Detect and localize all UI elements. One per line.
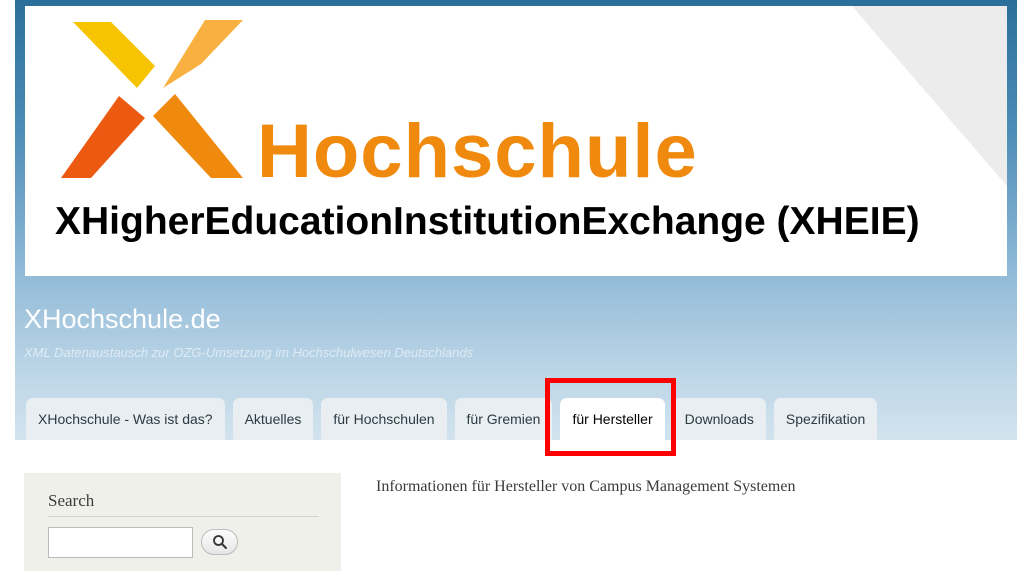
tab-spezifikation[interactable]: Spezifikation	[773, 398, 878, 440]
divider	[48, 516, 319, 517]
tab-downloads[interactable]: Downloads	[672, 398, 766, 440]
tab-aktuelles[interactable]: Aktuelles	[232, 398, 314, 440]
site-slogan: XML Datenaustausch zur OZG-Umsetzung im …	[24, 345, 474, 360]
banner-wordmark: Hochschule	[257, 109, 698, 194]
sidebar-search-block: Search	[24, 473, 341, 571]
site-name-link[interactable]: XHochschule.de	[24, 306, 221, 333]
tab-fuer-hersteller[interactable]: für Hersteller	[560, 398, 665, 440]
main-navigation: XHochschule - Was ist das? Aktuelles für…	[26, 398, 878, 440]
search-button[interactable]	[201, 529, 238, 555]
tab-fuer-hochschulen[interactable]: für Hochschulen	[321, 398, 447, 440]
tab-was-ist-das[interactable]: XHochschule - Was ist das?	[26, 398, 225, 440]
x-logo-icon	[61, 20, 243, 178]
search-input[interactable]	[48, 527, 193, 558]
tab-fuer-gremien[interactable]: für Gremien	[454, 398, 553, 440]
banner-corner-decoration	[852, 6, 1007, 186]
search-icon	[212, 535, 227, 549]
search-block-title: Search	[48, 491, 95, 510]
banner-subtitle: XHigherEducationInstitutionExchange (XHE…	[55, 200, 920, 243]
header-banner-image[interactable]: Hochschule XHigherEducationInstitutionEx…	[25, 6, 1007, 276]
page-intro-text: Informationen für Hersteller von Campus …	[376, 478, 796, 495]
site-header: Hochschule XHigherEducationInstitutionEx…	[15, 0, 1017, 440]
